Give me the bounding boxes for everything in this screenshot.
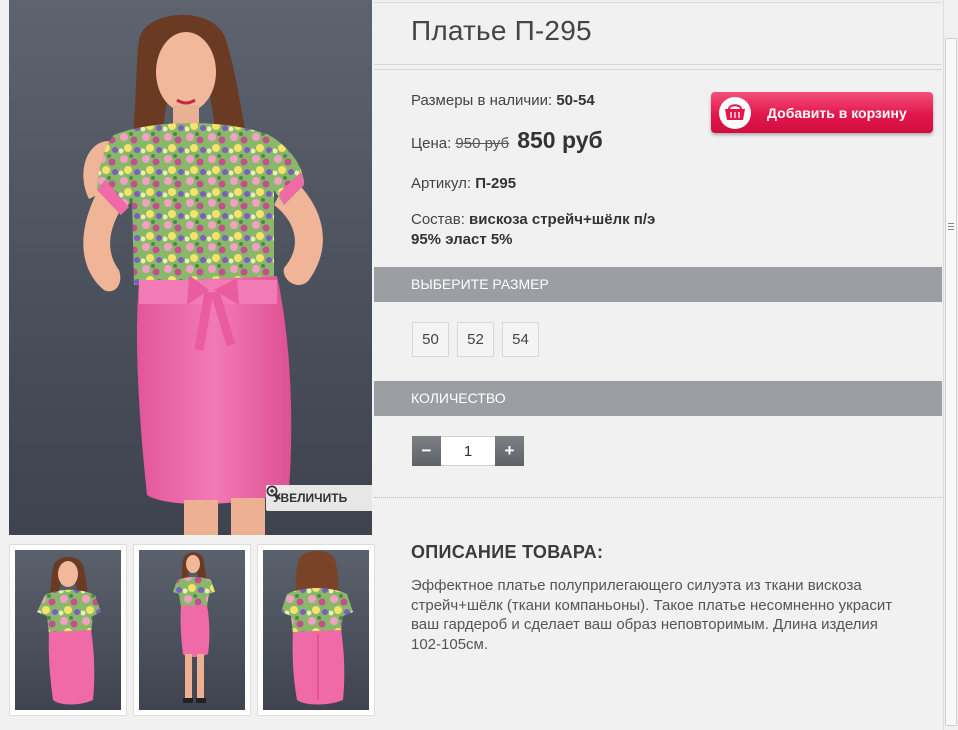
thumbnail-front[interactable]: [9, 544, 127, 716]
thumbnail-strip: [9, 544, 375, 718]
add-to-cart-button[interactable]: Добавить в корзину: [711, 92, 933, 133]
article-label: Артикул:: [411, 175, 472, 192]
sizes-available: Размеры в наличии: 50-54: [411, 92, 595, 109]
price-label: Цена:: [411, 135, 452, 152]
quantity-increase-button[interactable]: +: [495, 436, 524, 466]
magnifier-plus-icon: [266, 485, 281, 500]
description-title: ОПИСАНИЕ ТОВАРА:: [411, 542, 604, 562]
thumbnail-back[interactable]: [257, 544, 375, 716]
old-price: 950 руб: [455, 135, 510, 152]
panel-top-line: [374, 2, 942, 3]
quantity-decrease-button[interactable]: −: [412, 436, 441, 466]
composition-label: Состав:: [411, 211, 465, 228]
quantity-input[interactable]: [441, 436, 495, 466]
zoom-button[interactable]: УВЕЛИЧИТЬ: [266, 485, 372, 511]
composition-row: Состав: вискоза стрейч+шёлк п/э 95% элас…: [411, 210, 655, 250]
new-price: 850 руб: [517, 127, 603, 153]
scrollbar-grip-icon: [948, 223, 954, 231]
scrollbar-thumb[interactable]: [945, 38, 957, 726]
price-row: Цена: 950 руб 850 руб: [411, 127, 603, 154]
description-text: Эффектное платье полуприлегающего силуэт…: [411, 577, 893, 653]
sizes-value: 50-54: [556, 92, 595, 109]
add-to-cart-label: Добавить в корзину: [767, 104, 907, 121]
thumbnail-full-length[interactable]: [133, 544, 251, 716]
thumbnail-front-image: [37, 556, 101, 705]
main-product-photo[interactable]: УВЕЛИЧИТЬ: [9, 0, 372, 535]
size-option-50[interactable]: 50: [412, 322, 449, 357]
basket-icon: [725, 103, 745, 120]
dotted-divider: [374, 497, 942, 498]
size-section-header: ВЫБЕРИТЕ РАЗМЕР: [374, 267, 942, 302]
title-divider: [374, 64, 942, 70]
cart-icon-circle: [719, 96, 751, 129]
quantity-section-header: КОЛИЧЕСТВО: [374, 381, 942, 416]
article-row: Артикул: П-295: [411, 175, 516, 192]
thumbnail-full-length-image: [173, 552, 215, 703]
size-options: 50 52 54: [412, 322, 539, 357]
product-page: УВЕЛИЧИТЬ Платье П-295 Размеры в наличии…: [0, 0, 958, 730]
page-scrollbar[interactable]: [943, 0, 958, 730]
size-option-52[interactable]: 52: [457, 322, 494, 357]
thumbnail-back-image: [281, 551, 353, 705]
composition-line1: вискоза стрейч+шёлк п/э: [469, 211, 656, 228]
quantity-stepper: − +: [412, 436, 524, 466]
product-title: Платье П-295: [411, 15, 592, 46]
article-value: П-295: [475, 175, 517, 192]
model-illustration: [83, 14, 323, 535]
zoom-label: УВЕЛИЧИТЬ: [273, 491, 348, 505]
size-option-54[interactable]: 54: [502, 322, 539, 357]
composition-line2: 95% эласт 5%: [411, 231, 513, 248]
sizes-label: Размеры в наличии:: [411, 92, 553, 109]
